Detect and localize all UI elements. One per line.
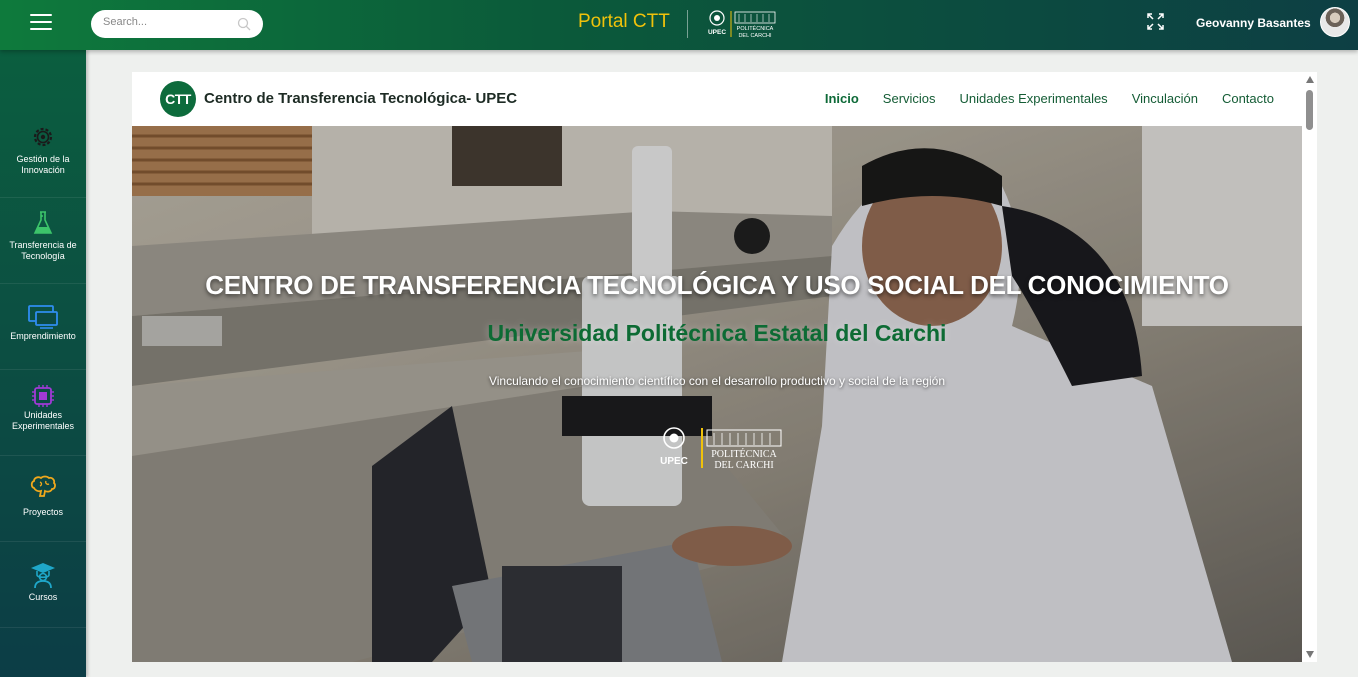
sidebar-item-label: Cursos [28,592,58,602]
fullscreen-icon[interactable] [1147,13,1164,30]
sidebar: Gestión de la Innovación Transferencia d… [0,50,86,677]
sidebar-item-transferencia[interactable]: Transferencia de Tecnología [0,198,86,284]
nav-link-contacto[interactable]: Contacto [1222,91,1274,106]
hero-background-image [132,126,1302,662]
sidebar-item-cursos[interactable]: Cursos [0,542,86,628]
scroll-thumb[interactable] [1306,90,1313,130]
sidebar-item-label: Unidades Experimentales [11,410,75,431]
top-bar: Portal CTT UPEC POLITÉCNICA DEL CARCHI G… [0,0,1358,50]
hero-title: CENTRO DE TRANSFERENCIA TECNOLÓGICA Y US… [205,270,1229,300]
sidebar-item-unidades-experimentales[interactable]: Unidades Experimentales [0,370,86,456]
sidebar-item-label: Gestión de la Innovación [16,154,70,175]
nav-link-unidades-experimentales[interactable]: Unidades Experimentales [960,91,1108,106]
search-icon[interactable] [237,17,251,31]
site-title[interactable]: Centro de Transferencia Tecnológica- UPE… [204,90,517,107]
menu-toggle-icon[interactable] [30,14,52,32]
upec-hero-logo: UPEC POLITÉCNICA DEL CARCHI [660,427,782,470]
scroll-down-arrow-icon[interactable] [1306,651,1314,658]
sidebar-item-gestion-innovacion[interactable]: Gestión de la Innovación [0,112,86,198]
site-nav-links: Inicio Servicios Unidades Experimentales… [825,91,1274,106]
nav-link-vinculacion[interactable]: Vinculación [1132,91,1198,106]
gear-icon [33,127,53,147]
search-box[interactable] [91,10,263,38]
scroll-up-arrow-icon[interactable] [1306,76,1314,83]
title-divider [687,10,688,38]
chip-icon [32,385,54,407]
sidebar-item-emprendimiento[interactable]: Emprendimiento [0,284,86,370]
svg-text:DEL CARCHI: DEL CARCHI [738,33,772,39]
svg-text:UPEC: UPEC [708,29,726,36]
sidebar-item-proyectos[interactable]: Proyectos [0,456,86,542]
user-name[interactable]: Geovanny Basantes [1196,16,1311,30]
flask-icon [33,211,53,234]
svg-text:POLITÉCNICA: POLITÉCNICA [737,25,774,32]
embedded-site-frame: CTT Centro de Transferencia Tecnológica-… [132,72,1317,662]
hero-description: Vinculando el conocimiento científico co… [488,374,946,388]
nav-link-inicio[interactable]: Inicio [825,91,859,106]
svg-text:UPEC: UPEC [660,456,688,467]
upec-logo: UPEC POLITÉCNICA DEL CARCHI [708,10,776,39]
svg-text:DEL CARCHI: DEL CARCHI [714,460,773,470]
portal-title: Portal CTT [578,11,670,32]
hero-banner: CENTRO DE TRANSFERENCIA TECNOLÓGICA Y US… [132,126,1302,662]
svg-text:POLITÉCNICA: POLITÉCNICA [711,448,777,460]
avatar[interactable] [1320,7,1350,37]
hero-subtitle: Universidad Politécnica Estatal del Carc… [487,320,947,346]
ctt-logo[interactable]: CTT [160,81,196,117]
monitor-icon [28,305,58,329]
sidebar-item-label: Proyectos [22,507,64,517]
sidebar-item-label: Transferencia de Tecnología [9,240,77,261]
graduate-icon [31,563,55,588]
search-input[interactable] [103,16,233,28]
brain-icon [30,475,56,497]
frame-scrollbar[interactable] [1303,72,1317,662]
site-navbar: CTT Centro de Transferencia Tecnológica-… [132,72,1302,126]
nav-link-servicios[interactable]: Servicios [883,91,936,106]
sidebar-item-label: Emprendimiento [10,331,76,341]
